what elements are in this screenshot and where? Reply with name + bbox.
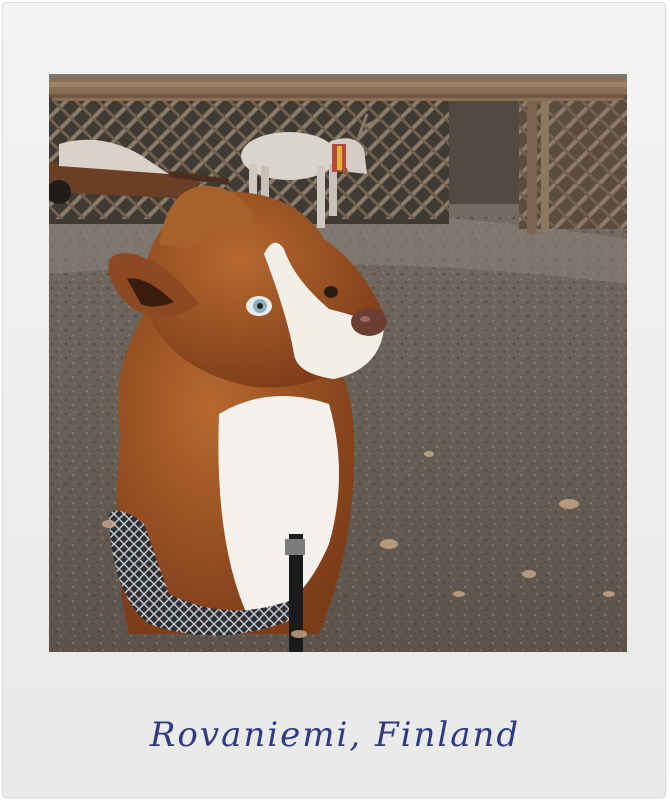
log-beam-icon bbox=[49, 77, 627, 101]
photo-scene bbox=[49, 74, 627, 652]
polaroid-frame bbox=[2, 2, 666, 798]
caption: Rovaniemi, Finland bbox=[0, 690, 670, 780]
photo bbox=[49, 74, 627, 652]
caption-text: Rovaniemi, Finland bbox=[149, 715, 521, 755]
